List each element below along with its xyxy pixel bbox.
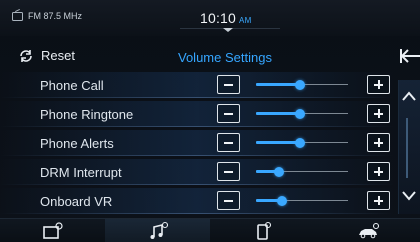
clock: 10:10 AM [200,10,251,26]
title-bar: Reset Volume Settings [0,44,420,70]
nav-display-settings[interactable] [0,219,105,242]
volume-slider[interactable] [256,137,348,149]
reset-icon [20,49,32,62]
chevron-down-icon[interactable] [223,28,233,32]
list-item: Phone Ringtone [0,101,394,127]
list-item: Onboard VR [0,188,394,214]
decrease-button[interactable] [217,133,240,152]
volume-item-label: Onboard VR [40,194,113,209]
phone-settings-icon [256,221,271,240]
volume-list: Phone Call Phone Ringtone Phone Alerts D… [0,72,394,214]
slider-knob[interactable] [274,167,284,177]
volume-slider[interactable] [256,195,348,207]
music-settings-icon [150,221,168,239]
scroll-down-button[interactable] [398,178,420,212]
chevron-up-icon [402,91,416,101]
list-item: DRM Interrupt [0,159,394,185]
radio-source[interactable]: FM 87.5 MHz [12,11,82,21]
volume-item-label: Phone Ringtone [40,107,134,122]
vehicle-settings-icon [358,222,379,239]
slider-fill [256,112,300,115]
clock-time: 10:10 [200,10,237,26]
clock-ampm: AM [239,16,252,25]
decrease-button[interactable] [217,104,240,123]
increase-button[interactable] [367,75,390,94]
chevron-down-icon [402,191,416,201]
slider-knob[interactable] [277,196,287,206]
nav-vehicle-settings[interactable] [315,219,420,242]
nav-music-settings[interactable] [105,219,210,242]
increase-button[interactable] [367,133,390,152]
back-arrow-icon [400,49,420,63]
radio-source-text: FM 87.5 MHz [28,11,83,21]
slider-knob[interactable] [295,138,305,148]
decrease-button[interactable] [217,75,240,94]
bottom-nav [0,218,420,242]
scroll-track[interactable] [406,118,408,178]
list-item: Phone Call [0,72,394,98]
decrease-button[interactable] [217,191,240,210]
scroll-up-button[interactable] [398,80,420,114]
reset-label: Reset [41,48,75,63]
radio-icon [12,11,23,21]
volume-settings-screen: FM 87.5 MHz 10:10 AM Reset Volume Setting… [0,0,420,242]
slider-fill [256,83,300,86]
reset-button[interactable]: Reset [18,48,75,63]
slider-knob[interactable] [295,80,305,90]
volume-item-label: Phone Alerts [40,136,114,151]
page-title: Volume Settings [178,50,272,65]
display-settings-icon [42,222,63,239]
decrease-button[interactable] [217,162,240,181]
nav-phone-settings[interactable] [210,219,315,242]
increase-button[interactable] [367,191,390,210]
volume-slider[interactable] [256,108,348,120]
volume-slider[interactable] [256,166,348,178]
back-button[interactable] [400,47,420,65]
slider-fill [256,141,300,144]
status-bar: FM 87.5 MHz 10:10 AM [0,0,420,36]
increase-button[interactable] [367,162,390,181]
increase-button[interactable] [367,104,390,123]
list-item: Phone Alerts [0,130,394,156]
volume-item-label: Phone Call [40,78,104,93]
volume-slider[interactable] [256,79,348,91]
volume-item-label: DRM Interrupt [40,165,122,180]
slider-knob[interactable] [295,109,305,119]
scrollbar[interactable] [398,80,420,214]
